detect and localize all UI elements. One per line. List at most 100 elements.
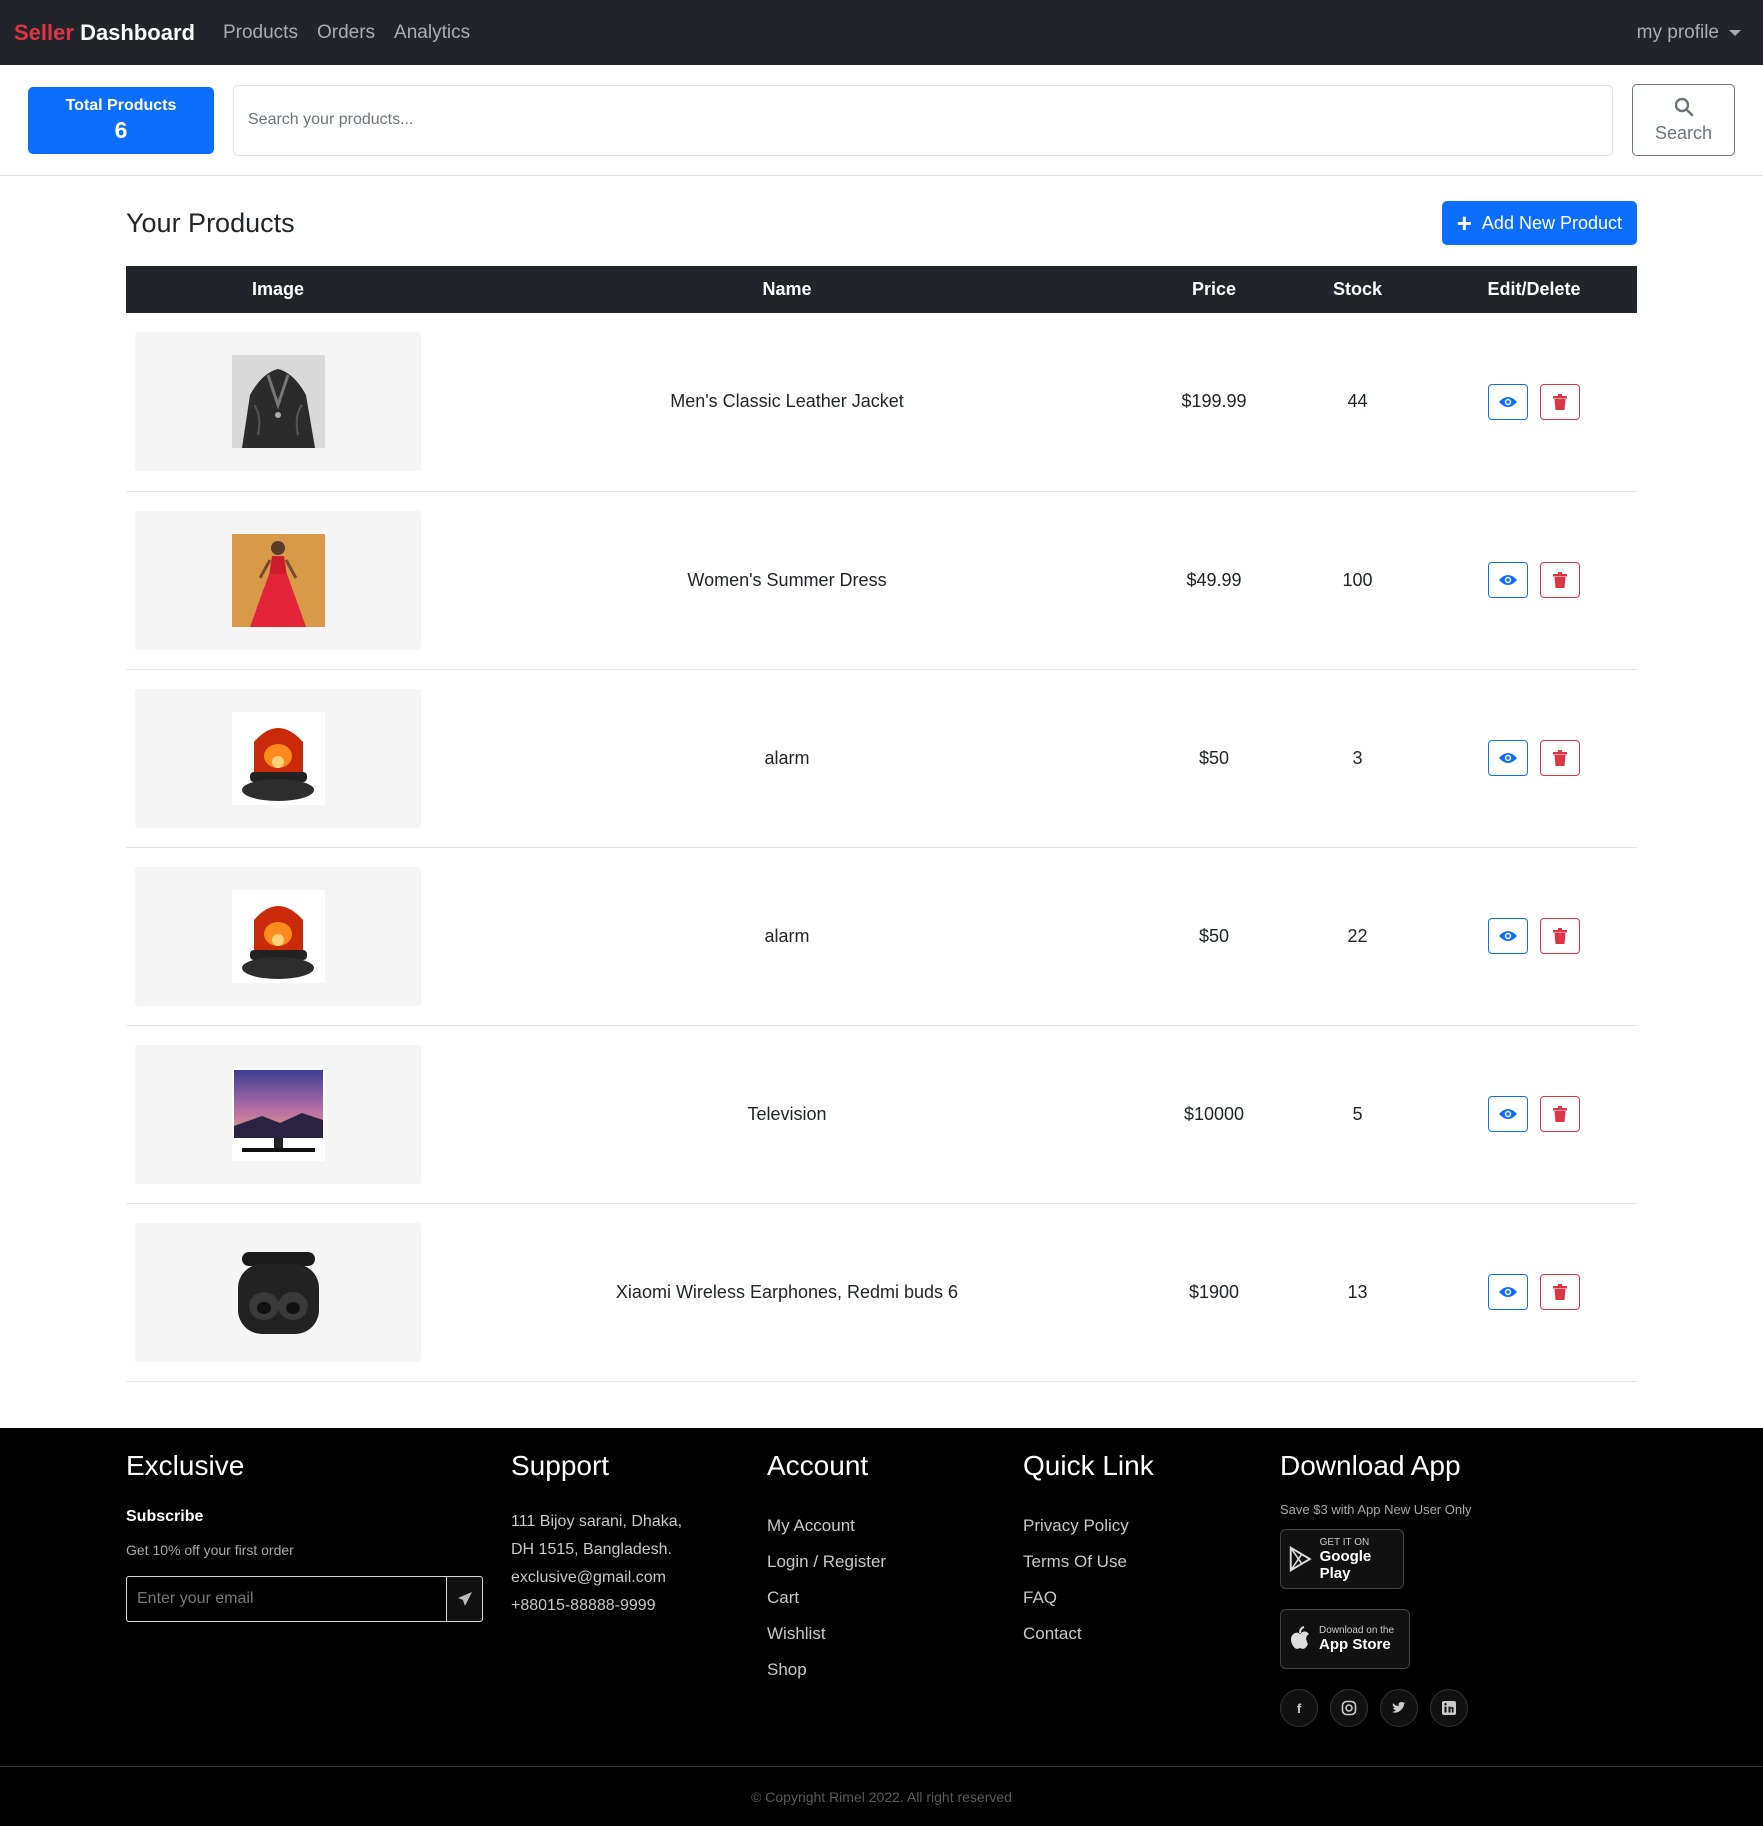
table-row: Xiaomi Wireless Earphones, Redmi buds 6 … <box>126 1203 1637 1381</box>
plus-icon: + <box>1456 208 1472 238</box>
trash-icon <box>1553 928 1567 944</box>
delete-product-button[interactable] <box>1540 740 1580 776</box>
brand-dashboard-text: Dashboard <box>80 19 195 45</box>
instagram-icon[interactable] <box>1330 1689 1368 1727</box>
product-stock: 13 <box>1347 1281 1368 1302</box>
product-price: $50 <box>1198 747 1230 768</box>
footer-link-my-account[interactable]: My Account <box>767 1508 886 1544</box>
product-stock: 22 <box>1347 925 1368 946</box>
footer-download-title: Download App <box>1280 1450 1461 1481</box>
products-header: Your Products + Add New Product <box>126 176 1637 266</box>
nav-link-analytics[interactable]: Analytics <box>394 22 470 44</box>
view-product-button[interactable] <box>1488 383 1528 420</box>
footer-link-faq[interactable]: FAQ <box>1023 1580 1154 1616</box>
header-stock: Stock <box>1332 279 1383 299</box>
footer-quick-link-title: Quick Link <box>1023 1450 1154 1481</box>
footer-support: Support 111 Bijoy sarani, Dhaka, DH 1515… <box>511 1450 682 1620</box>
view-product-button[interactable] <box>1488 1096 1528 1132</box>
profile-dropdown[interactable]: my profile <box>1637 22 1741 44</box>
view-product-button[interactable] <box>1488 740 1528 776</box>
total-products-value: 6 <box>114 116 128 143</box>
delete-product-button[interactable] <box>1540 383 1580 420</box>
facebook-icon[interactable]: f <box>1280 1689 1318 1727</box>
search-button-label: Search <box>1654 122 1713 143</box>
delete-product-button[interactable] <box>1540 1274 1580 1310</box>
eye-icon <box>1499 931 1517 941</box>
delete-product-button[interactable] <box>1540 918 1580 954</box>
delete-product-button[interactable] <box>1540 562 1580 598</box>
footer-account: Account My Account Login / Register Cart… <box>767 1450 886 1688</box>
twitter-icon[interactable] <box>1380 1689 1418 1727</box>
add-new-product-button[interactable]: + Add New Product <box>1441 201 1637 245</box>
view-product-button[interactable] <box>1488 918 1528 954</box>
download-note: Save $3 with App New User Only <box>1280 1502 1472 1517</box>
earbuds-image <box>231 1245 325 1339</box>
footer-link-terms-of-use[interactable]: Terms Of Use <box>1023 1544 1154 1580</box>
eye-icon <box>1499 575 1517 585</box>
footer-link-contact[interactable]: Contact <box>1023 1616 1154 1652</box>
product-name: Women's Summer Dress <box>687 569 887 590</box>
subscribe-offer: Get 10% off your first order <box>126 1542 294 1558</box>
subscribe-label: Subscribe <box>126 1508 204 1525</box>
product-stock: 100 <box>1342 569 1373 590</box>
header-name: Name <box>762 279 812 299</box>
summer-dress-image <box>231 533 325 627</box>
nav-link-orders[interactable]: Orders <box>317 22 375 44</box>
toolbar: Total Products 6 Search <box>0 65 1763 176</box>
search-input[interactable] <box>233 84 1613 156</box>
eye-icon <box>1499 396 1517 407</box>
google-play-badge[interactable]: GET IT ON Google Play <box>1280 1529 1404 1589</box>
eye-icon <box>1499 1287 1517 1297</box>
linkedin-icon[interactable] <box>1430 1689 1468 1727</box>
footer-exclusive-title: Exclusive <box>126 1450 245 1481</box>
product-image-box <box>135 688 421 828</box>
table-row: Women's Summer Dress $49.99 100 <box>126 491 1637 669</box>
support-address-line1: 111 Bijoy sarani, Dhaka, <box>511 1513 683 1530</box>
footer: Exclusive Subscribe Get 10% off your fir… <box>0 1428 1763 1826</box>
apple-icon <box>1291 1626 1309 1649</box>
search-button[interactable]: Search <box>1632 84 1735 156</box>
support-phone[interactable]: +88015-88888-9999 <box>511 1592 682 1620</box>
header-edit-delete: Edit/Delete <box>1487 279 1581 299</box>
view-product-button[interactable] <box>1488 562 1528 598</box>
brand-seller-text: Seller <box>14 19 74 45</box>
support-email[interactable]: exclusive@gmail.com <box>511 1564 682 1592</box>
leather-jacket-image <box>231 355 325 449</box>
app-store-big: App Store <box>1319 1636 1391 1653</box>
product-name: Men's Classic Leather Jacket <box>670 391 904 412</box>
view-product-button[interactable] <box>1488 1274 1528 1310</box>
app-store-badge[interactable]: Download on the App Store <box>1280 1609 1410 1669</box>
footer-account-title: Account <box>767 1450 869 1481</box>
total-products-card: Total Products 6 <box>28 86 214 154</box>
brand-logo[interactable]: Seller Dashboard <box>14 20 195 46</box>
footer-link-cart[interactable]: Cart <box>767 1580 886 1616</box>
social-links: f <box>1280 1689 1471 1727</box>
product-image-box <box>135 1044 421 1184</box>
product-name: Television <box>747 1103 827 1124</box>
trash-icon <box>1553 1106 1567 1122</box>
product-price: $1900 <box>1188 1281 1240 1302</box>
subscribe-send-button[interactable] <box>446 1576 483 1622</box>
profile-label: my profile <box>1636 21 1719 43</box>
footer-bottom: © Copyright Rimel 2022. All right reserv… <box>0 1766 1763 1826</box>
trash-icon <box>1553 1284 1567 1300</box>
caret-down-icon <box>1729 29 1741 36</box>
eye-icon <box>1499 753 1517 763</box>
product-price: $10000 <box>1183 1103 1245 1124</box>
footer-link-shop[interactable]: Shop <box>767 1652 886 1688</box>
product-name: alarm <box>764 925 810 946</box>
table-row: alarm $50 22 <box>126 847 1637 1025</box>
delete-product-button[interactable] <box>1540 1096 1580 1132</box>
footer-link-login-register[interactable]: Login / Register <box>767 1544 886 1580</box>
product-price: $199.99 <box>1181 391 1247 412</box>
product-image-box <box>135 866 421 1006</box>
eye-icon <box>1499 1109 1517 1119</box>
footer-link-privacy-policy[interactable]: Privacy Policy <box>1023 1508 1154 1544</box>
app-store-small: Download on the <box>1319 1625 1395 1636</box>
top-navbar: Seller Dashboard Products Orders Analyti… <box>0 0 1763 65</box>
footer-link-wishlist[interactable]: Wishlist <box>767 1616 886 1652</box>
nav-link-products[interactable]: Products <box>223 22 298 44</box>
product-name: Xiaomi Wireless Earphones, Redmi buds 6 <box>615 1281 959 1302</box>
email-input[interactable] <box>126 1576 446 1622</box>
products-table: Image Name Price Stock Edit/Delete Men's… <box>126 266 1637 1382</box>
